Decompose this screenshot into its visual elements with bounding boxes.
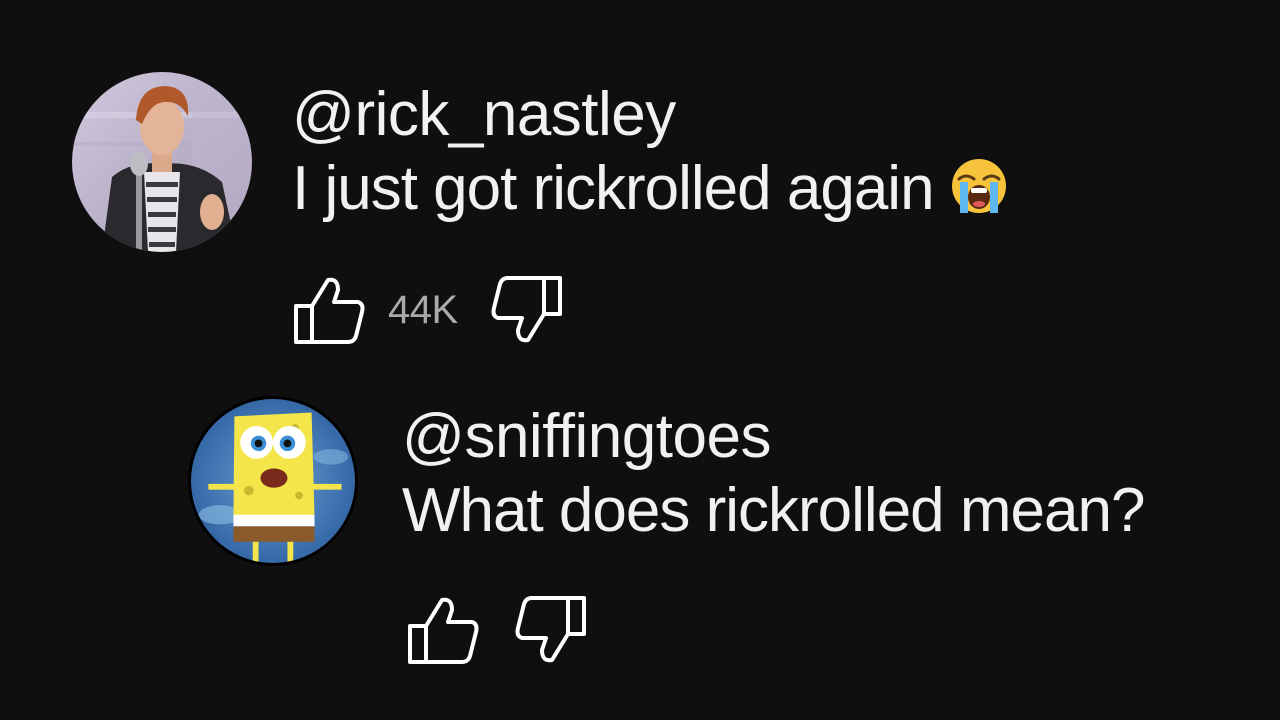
like-button[interactable] xyxy=(406,592,482,668)
comment-actions xyxy=(406,592,588,668)
comment-text: I just got rickrolled again xyxy=(292,150,1008,228)
avatar-image xyxy=(191,399,355,563)
thumbs-down-icon xyxy=(491,276,562,343)
comment-text: What does rickrolled mean? xyxy=(402,476,1145,545)
avatar-image xyxy=(72,72,252,252)
comment-author[interactable]: @sniffingtoes xyxy=(402,402,1144,472)
comment-body: @sniffingtoes What does rickrolled mean? xyxy=(402,402,1145,550)
dislike-button[interactable] xyxy=(512,592,588,668)
thumbs-down-icon xyxy=(515,596,586,663)
avatar[interactable] xyxy=(72,72,252,252)
comment-text-content: I just got rickrolled again xyxy=(292,154,935,223)
avatar[interactable] xyxy=(188,396,358,566)
loudly-crying-face-icon xyxy=(950,156,1008,214)
comment-actions: 44K xyxy=(292,272,564,348)
comment-body: @rick_nastley I just got rickrolled agai… xyxy=(292,80,1008,228)
thumbs-up-icon xyxy=(408,597,479,664)
like-button[interactable] xyxy=(292,272,368,348)
dislike-button[interactable] xyxy=(488,272,564,348)
like-count: 44K xyxy=(388,287,458,332)
thumbs-up-icon xyxy=(294,277,365,344)
comments-page: @rick_nastley I just got rickrolled agai… xyxy=(0,0,1280,720)
comment-author[interactable]: @rick_nastley xyxy=(292,80,1008,150)
